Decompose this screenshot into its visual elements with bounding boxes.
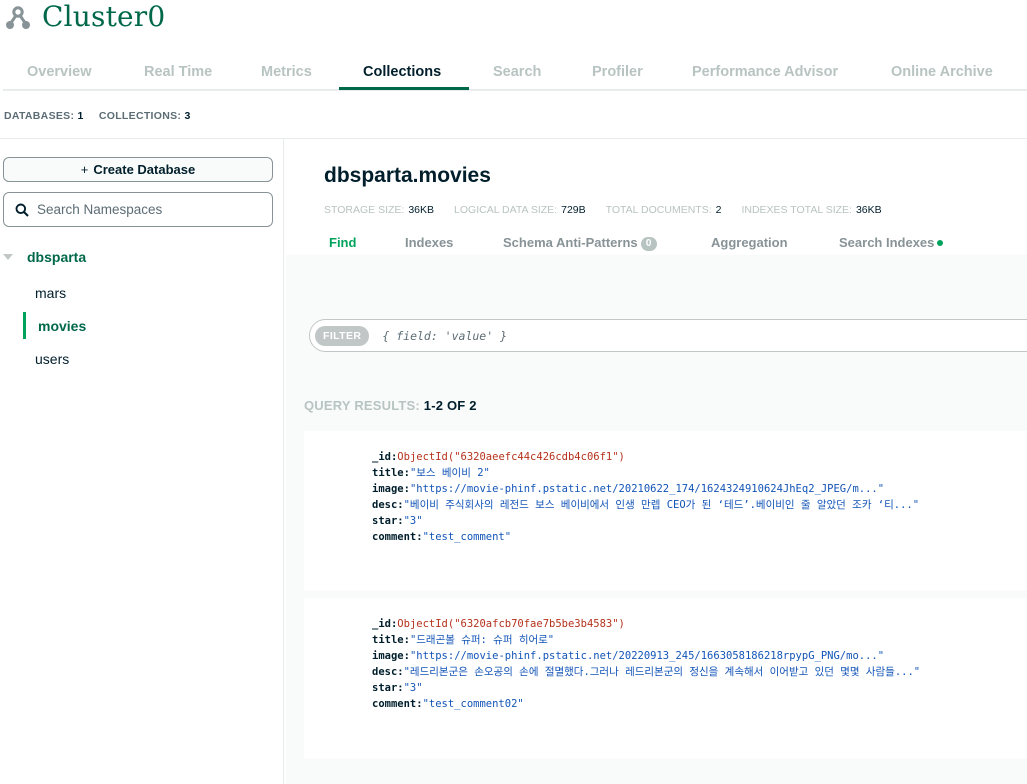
field-value-comment: "test_comment" bbox=[422, 531, 512, 543]
create-database-button[interactable]: + Create Database bbox=[3, 157, 273, 182]
collection-item-mars[interactable]: mars bbox=[35, 285, 66, 301]
filter-bar: FILTER bbox=[309, 319, 1027, 352]
field-value-title: "보스 베이비 2" bbox=[409, 467, 490, 479]
tab-performance-advisor[interactable]: Performance Advisor bbox=[692, 64, 838, 80]
field-key-title: title: bbox=[372, 634, 410, 646]
document-fields: _id:ObjectId("6320aeefc44c426cdb4c06f1")… bbox=[372, 449, 919, 545]
tab-collections[interactable]: Collections bbox=[363, 64, 441, 80]
collection-item-movies[interactable]: movies bbox=[38, 318, 86, 334]
schema-anti-patterns-label: Schema Anti-Patterns bbox=[503, 235, 638, 250]
search-indexes-label: Search Indexes bbox=[839, 235, 935, 250]
collections-count: 3 bbox=[184, 110, 191, 122]
filter-chip[interactable]: FILTER bbox=[315, 325, 370, 346]
schema-count-badge: 0 bbox=[640, 237, 657, 251]
field-value-image: "https://movie-phinf.pstatic.net/2021062… bbox=[409, 483, 885, 495]
query-results-label: QUERY RESULTS: 1-2 OF 2 bbox=[304, 398, 477, 413]
subtab-indexes[interactable]: Indexes bbox=[405, 235, 453, 250]
tab-overview[interactable]: Overview bbox=[27, 64, 92, 80]
collection-item-users[interactable]: users bbox=[35, 351, 69, 367]
collections-label: COLLECTIONS: bbox=[98, 110, 182, 122]
active-tab-indicator bbox=[339, 87, 469, 90]
subtab-schema-anti-patterns[interactable]: Schema Anti-Patterns 0 bbox=[503, 235, 657, 251]
plus-icon: + bbox=[80, 162, 89, 177]
document-fields: _id:ObjectId("6320afcb70fae7b5be3b4583")… bbox=[372, 616, 920, 712]
subtab-find[interactable]: Find bbox=[329, 235, 356, 250]
field-value-id: ObjectId("6320aeefc44c426cdb4c06f1") bbox=[397, 451, 625, 463]
collection-stats: STORAGE SIZE: 36KB LOGICAL DATA SIZE: 729B… bbox=[324, 204, 902, 216]
cluster-tabs: Overview Real Time Metrics Collections S… bbox=[3, 58, 1027, 91]
field-key-id: _id: bbox=[372, 451, 398, 463]
field-key-image: image: bbox=[372, 650, 410, 662]
storage-size-value: 36KB bbox=[408, 204, 435, 216]
status-dot-icon bbox=[937, 240, 944, 246]
magnifier-icon bbox=[7, 203, 37, 217]
search-namespaces-input[interactable] bbox=[37, 202, 257, 217]
field-value-star: "3" bbox=[403, 682, 423, 694]
document-card[interactable]: _id:ObjectId("6320aeefc44c426cdb4c06f1")… bbox=[304, 431, 1027, 591]
create-database-label: Create Database bbox=[93, 162, 196, 177]
tab-search[interactable]: Search bbox=[493, 64, 541, 80]
field-value-desc: "베이비 주식회사의 레전드 보스 베이비에서 인생 만렙 CEO가 된 ‘테드… bbox=[403, 499, 920, 511]
field-value-title: "드래곤볼 슈퍼: 슈퍼 히어로" bbox=[409, 634, 555, 646]
field-key-title: title: bbox=[372, 467, 410, 479]
field-key-star: star: bbox=[372, 682, 404, 694]
database-item-dbsparta[interactable]: dbsparta bbox=[0, 248, 86, 266]
field-key-comment: comment: bbox=[372, 698, 423, 710]
namespace-sidebar: + Create Database dbsparta mars movies us… bbox=[0, 139, 284, 784]
databases-label: DATABASES: bbox=[4, 110, 75, 122]
logical-data-size-value: 729B bbox=[561, 204, 586, 216]
storage-size-label: STORAGE SIZE: bbox=[324, 204, 405, 216]
cluster-title: Cluster0 bbox=[42, 0, 166, 33]
field-value-desc: "레드리본군은 손오공의 손에 절멸했다.그러나 레드리본군의 정신을 계속해서… bbox=[403, 666, 921, 678]
field-value-star: "3" bbox=[403, 515, 423, 527]
database-name: dbsparta bbox=[27, 249, 87, 265]
active-collection-indicator bbox=[23, 312, 26, 339]
indexes-total-size-label: INDEXES TOTAL SIZE: bbox=[741, 204, 852, 216]
filter-input[interactable] bbox=[382, 328, 883, 343]
caret-down-icon[interactable] bbox=[3, 254, 13, 260]
indexes-total-size-value: 36KB bbox=[855, 204, 882, 216]
namespace-counts: DATABASES: 1 COLLECTIONS: 3 bbox=[4, 110, 203, 122]
results-count: 1-2 OF 2 bbox=[423, 398, 477, 413]
document-card[interactable]: _id:ObjectId("6320afcb70fae7b5be3b4583")… bbox=[304, 598, 1027, 759]
tab-online-archive[interactable]: Online Archive bbox=[891, 64, 993, 80]
cluster-header: Cluster0 bbox=[4, 0, 165, 34]
subtab-aggregation[interactable]: Aggregation bbox=[711, 235, 788, 250]
total-documents-value: 2 bbox=[715, 204, 722, 216]
tab-real-time[interactable]: Real Time bbox=[144, 64, 212, 80]
collection-subtabs: Find Indexes Schema Anti-Patterns 0 Aggre… bbox=[286, 231, 1027, 255]
field-key-comment: comment: bbox=[372, 531, 423, 543]
field-key-desc: desc: bbox=[372, 666, 404, 678]
databases-count: 1 bbox=[77, 110, 84, 122]
results-label-text: QUERY RESULTS: bbox=[304, 398, 420, 413]
field-value-id: ObjectId("6320afcb70fae7b5be3b4583") bbox=[397, 618, 625, 630]
namespace-title: dbsparta.movies bbox=[324, 164, 491, 187]
field-key-image: image: bbox=[372, 483, 410, 495]
field-value-comment: "test_comment02" bbox=[422, 698, 524, 710]
field-key-id: _id: bbox=[372, 618, 398, 630]
cluster-nodes-icon bbox=[6, 6, 30, 29]
field-value-image: "https://movie-phinf.pstatic.net/2022091… bbox=[409, 650, 885, 662]
namespace-search bbox=[3, 192, 273, 227]
logical-data-size-label: LOGICAL DATA SIZE: bbox=[454, 204, 558, 216]
tab-profiler[interactable]: Profiler bbox=[592, 64, 643, 80]
subtab-search-indexes[interactable]: Search Indexes bbox=[839, 235, 944, 250]
field-key-desc: desc: bbox=[372, 499, 404, 511]
tab-metrics[interactable]: Metrics bbox=[261, 64, 312, 80]
field-key-star: star: bbox=[372, 515, 404, 527]
total-documents-label: TOTAL DOCUMENTS: bbox=[605, 204, 712, 216]
